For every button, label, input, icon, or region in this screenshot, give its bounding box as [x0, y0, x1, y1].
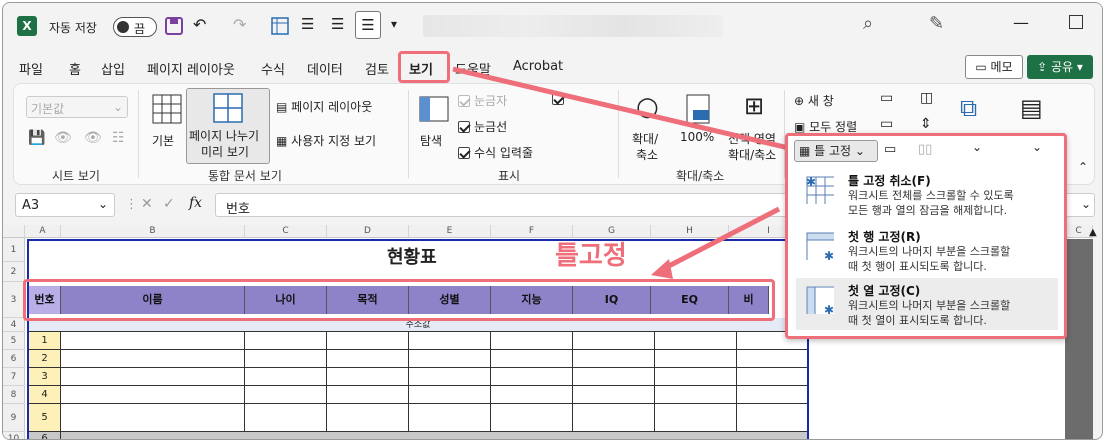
svg-text:✱: ✱ — [824, 249, 834, 260]
unfreeze-desc: 워크시트 전체를 스크롤할 수 있도록모든 행과 열의 잠금을 해제합니다. — [848, 188, 1058, 218]
freeze-top-row-title: 첫 행 고정(R) — [848, 230, 921, 244]
unfreeze-icon: ✱ — [806, 176, 834, 204]
desc-line: 워크시트의 나머지 부분을 스크롤할 — [848, 299, 1011, 312]
freeze-first-column-icon: ✱ — [806, 286, 834, 314]
svg-text:✱: ✱ — [806, 176, 816, 189]
arrow-line-2 — [661, 206, 781, 272]
window-icon[interactable]: ▭ — [884, 142, 896, 157]
desc-line: 때 첫 열이 표시되도록 합니다. — [848, 314, 987, 327]
freeze-top-row-icon: ✱ — [806, 232, 834, 260]
freeze-panes-icon: ▦ — [799, 144, 815, 158]
excel-window: X 자동 저장 끔 ↶ ↷ ☰ ☰ ☰ ▾ ⌕ ✎ — 파일 홈 삽입 페이지 … — [2, 2, 1103, 440]
desc-line: 때 첫 행이 표시되도록 합니다. — [848, 260, 987, 273]
scroll-up-icon[interactable]: ▲ — [1089, 227, 1097, 238]
arrow-line-1 — [452, 66, 794, 152]
desc-line: 워크시트의 나머지 부분을 스크롤할 — [848, 245, 1011, 258]
freeze-first-column-title: 첫 열 고정(C) — [848, 284, 921, 298]
freeze-panes-menu: ▦ 틀 고정 ⌄ ▭ ▯▯ ⌄ ⌄ ✱ 틀 고정 취소(F) 워크시트 전체를 … — [785, 133, 1067, 339]
unfreeze-panes-item[interactable]: ✱ 틀 고정 취소(F) 워크시트 전체를 스크롤할 수 있도록모든 행과 열의… — [796, 168, 1058, 220]
reset-position-icon: ▯▯ — [918, 142, 933, 157]
freeze-top-row-item[interactable]: ✱ 첫 행 고정(R) 워크시트의 나머지 부분을 스크롤할때 첫 행이 표시되… — [796, 224, 1058, 276]
freeze-top-row-desc: 워크시트의 나머지 부분을 스크롤할때 첫 행이 표시되도록 합니다. — [848, 244, 1058, 274]
unfreeze-title: 틀 고정 취소(F) — [848, 174, 931, 188]
macros-chevron-icon[interactable]: ⌄ — [1032, 140, 1042, 154]
freeze-first-column-item[interactable]: ✱ 첫 열 고정(C) 워크시트의 나머지 부분을 스크롤할때 첫 열이 표시되… — [796, 278, 1058, 330]
svg-text:✱: ✱ — [824, 303, 834, 314]
desc-line: 워크시트 전체를 스크롤할 수 있도록 — [848, 189, 1014, 202]
freeze-panes-button[interactable]: ▦ 틀 고정 ⌄ — [794, 140, 878, 162]
arrow-head-2 — [651, 259, 673, 279]
switch-windows-chevron-icon[interactable]: ⌄ — [972, 140, 982, 154]
freeze-panes-label: 틀 고정 — [814, 144, 852, 158]
freeze-first-column-desc: 워크시트의 나머지 부분을 스크롤할때 첫 열이 표시되도록 합니다. — [848, 298, 1058, 328]
desc-line: 모든 행과 열의 잠금을 해제합니다. — [848, 204, 1008, 217]
